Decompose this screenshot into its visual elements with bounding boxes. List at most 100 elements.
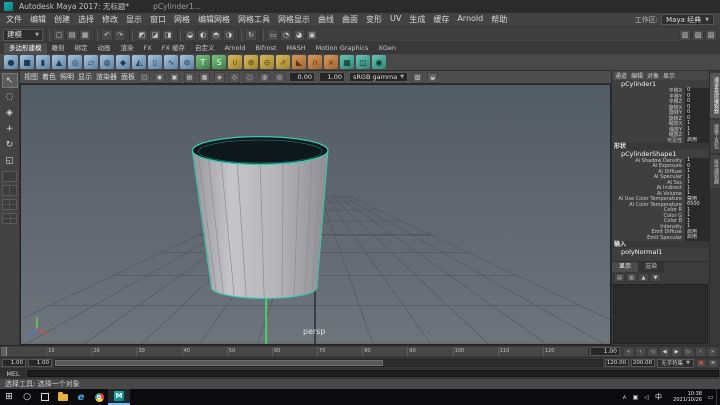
textured-icon[interactable]: ▨ [412, 72, 423, 83]
dock-tab-channel-box[interactable]: 通道盒/层编辑器 [710, 73, 720, 118]
layout-two-pane-button[interactable] [2, 185, 17, 196]
show-desktop-button[interactable] [716, 389, 720, 405]
shelf-tab[interactable]: Motion Graphics [311, 43, 374, 54]
shelf-tab[interactable]: 自定义 [190, 43, 220, 54]
dock-tab-attribute-editor[interactable]: 属性编辑器 [710, 155, 720, 188]
cylinder-top-opening[interactable] [192, 137, 328, 165]
menu-item[interactable]: 曲线 [318, 14, 334, 25]
menu-item[interactable]: 窗口 [150, 14, 166, 25]
range-track[interactable] [54, 359, 603, 367]
sidebar-tool-settings-icon[interactable]: ▧ [692, 29, 704, 41]
time-tick[interactable]: 100 [453, 347, 498, 356]
go-to-start-button[interactable]: « [623, 347, 634, 357]
bookmarks-icon[interactable]: ▤ [184, 72, 195, 83]
menu-item[interactable]: 帮助 [491, 14, 507, 25]
task-view-button[interactable] [36, 389, 54, 405]
file-explorer-button[interactable] [54, 389, 72, 405]
play-backward-button[interactable]: ◀ [659, 347, 670, 357]
status-group-separator[interactable] [94, 29, 98, 41]
menu-item[interactable]: 修改 [102, 14, 118, 25]
lasso-tool[interactable]: ◌ [2, 89, 18, 104]
shelf-tab[interactable]: 雕刻 [47, 43, 70, 54]
current-frame-field[interactable]: 1.00 [590, 347, 620, 356]
layout-three-pane-button[interactable] [2, 213, 17, 224]
time-tick[interactable]: 60 [272, 347, 317, 356]
shelf-tab[interactable]: 渲染 [116, 43, 139, 54]
time-tick[interactable]: 20 [91, 347, 136, 356]
multi-cut-icon[interactable]: × [324, 55, 338, 69]
time-tick[interactable]: 10 [46, 347, 91, 356]
time-tick[interactable]: 70 [317, 347, 362, 356]
new-layer-from-selected-icon[interactable]: ▥ [626, 273, 637, 282]
cylinder-mesh[interactable] [192, 137, 328, 299]
channel-box-menu[interactable]: 对象 [647, 71, 659, 80]
panel-menu-panels[interactable]: 面板 [121, 72, 135, 82]
step-forward-key-button[interactable]: › [695, 347, 706, 357]
select-component-icon[interactable]: ◨ [162, 29, 174, 41]
playback-end-field[interactable]: 120.00 [605, 359, 629, 367]
menu-item[interactable]: Arnold [457, 14, 483, 25]
status-group-separator[interactable] [177, 29, 181, 41]
status-group-separator[interactable] [238, 29, 242, 41]
quad-draw-icon[interactable]: ▦ [340, 55, 354, 69]
animation-end-field[interactable]: 200.00 [631, 359, 655, 367]
select-tool[interactable]: ↖ [2, 73, 18, 88]
tray-expand-button[interactable]: ∧ [619, 389, 630, 405]
menu-set-selector[interactable]: 建模▼ [3, 29, 43, 41]
render-view-icon[interactable]: ▭ [267, 29, 279, 41]
time-tick[interactable]: 120 [543, 347, 588, 356]
command-language-selector[interactable]: MEL [0, 369, 26, 378]
time-tick[interactable]: 1 [1, 347, 46, 356]
shelf-tab[interactable]: XGen [373, 43, 401, 54]
status-group-separator[interactable] [46, 29, 50, 41]
image-plane-icon[interactable]: ▦ [199, 72, 210, 83]
menu-item[interactable]: 缓存 [433, 14, 449, 25]
bevel-icon[interactable]: ◣ [292, 55, 306, 69]
save-scene-icon[interactable]: ▦ [79, 29, 91, 41]
layout-four-pane-button[interactable] [2, 199, 17, 210]
animation-start-field[interactable]: 1.00 [2, 359, 26, 367]
lock-camera-icon[interactable]: ◉ [154, 72, 165, 83]
polygon-cube-icon[interactable]: ■ [20, 55, 34, 69]
move-layer-down-icon[interactable]: ▼ [650, 273, 661, 282]
menu-item[interactable]: 曲面 [342, 14, 358, 25]
playback-start-field[interactable]: 1.00 [28, 359, 52, 367]
snap-point-icon[interactable]: ◓ [210, 29, 222, 41]
character-set-selector[interactable]: 无字符集▼ [657, 359, 694, 368]
workspace-selector[interactable]: Maya 经典▼ [661, 14, 714, 25]
open-scene-icon[interactable]: ▤ [66, 29, 78, 41]
sidebar-attribute-editor-icon[interactable]: ▥ [679, 29, 691, 41]
boolean-union-icon[interactable]: ∪ [228, 55, 242, 69]
exposure-field[interactable]: 0.00 [289, 72, 315, 82]
layout-single-pane-button[interactable] [2, 171, 17, 182]
new-scene-icon[interactable]: ▢ [53, 29, 65, 41]
status-group-separator[interactable] [129, 29, 133, 41]
polygon-pipe-icon[interactable]: ▯ [148, 55, 162, 69]
2d-pan-zoom-icon[interactable]: ◈ [214, 72, 225, 83]
range-bar[interactable] [55, 360, 383, 366]
animation-preferences-button[interactable]: ≡ [708, 359, 718, 368]
volume-icon[interactable]: ◁ [641, 389, 652, 405]
polygon-cylinder-icon[interactable]: ▮ [36, 55, 50, 69]
start-button[interactable]: ⊞ [0, 389, 18, 405]
menu-item[interactable]: 创建 [54, 14, 70, 25]
platonic-solid-icon[interactable]: ◆ [116, 55, 130, 69]
layer-tab-display[interactable]: 显示 [612, 262, 638, 272]
shelf-tab[interactable]: 绑定 [70, 43, 93, 54]
status-group-separator[interactable] [260, 29, 264, 41]
title-bar[interactable]: Autodesk Maya 2017: 无标题* pCylinder1... [0, 0, 720, 13]
maya-taskbar-button[interactable]: M [108, 389, 130, 405]
panel-menu-view[interactable]: 视图 [24, 72, 38, 82]
overscan-icon[interactable]: ◇ [229, 72, 240, 83]
channel-box-menu[interactable]: 编辑 [631, 71, 643, 80]
time-tick[interactable]: 110 [498, 347, 543, 356]
panel-menu-show[interactable]: 显示 [78, 72, 92, 82]
snap-plane-icon[interactable]: ◑ [223, 29, 235, 41]
layer-list[interactable] [613, 284, 708, 344]
shelf-tab[interactable]: Bifrost [251, 43, 282, 54]
smooth-icon[interactable]: ◉ [372, 55, 386, 69]
bridge-icon[interactable]: ∩ [308, 55, 322, 69]
mirror-icon[interactable]: ◫ [356, 55, 370, 69]
redo-icon[interactable]: ↷ [114, 29, 126, 41]
channel-box-menu[interactable]: 通道 [615, 71, 627, 80]
